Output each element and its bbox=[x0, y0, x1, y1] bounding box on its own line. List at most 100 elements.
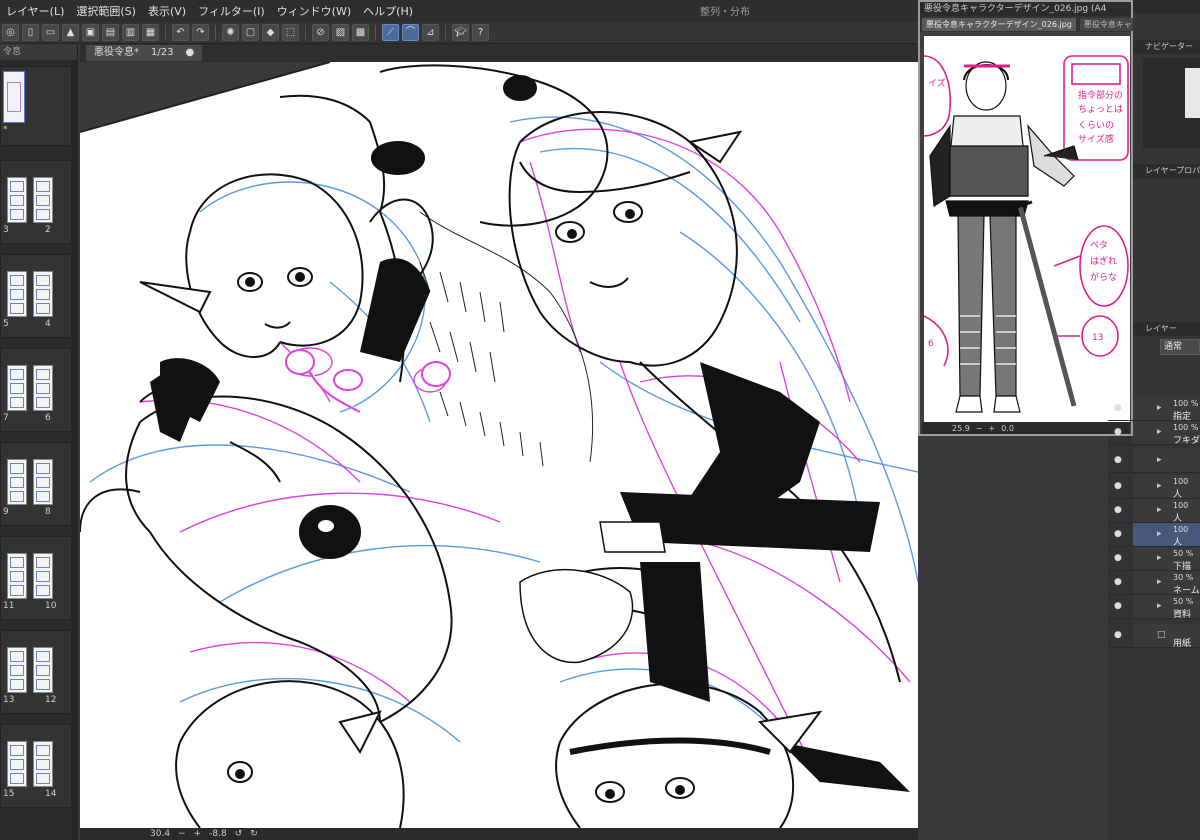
page-spread[interactable]: 15 14 bbox=[0, 724, 72, 808]
rotation-value[interactable]: -8.8 bbox=[209, 829, 227, 839]
folder-icon[interactable]: ▸ bbox=[1157, 529, 1162, 539]
paper-icon[interactable]: □ bbox=[1157, 630, 1166, 640]
page-thumbnail[interactable] bbox=[7, 553, 27, 599]
menu-view[interactable]: 表示(V) bbox=[142, 3, 192, 19]
drawing-canvas[interactable] bbox=[80, 62, 918, 828]
rotate-right-icon[interactable]: ↻ bbox=[250, 829, 258, 839]
save-icon[interactable]: ▣ bbox=[82, 24, 99, 41]
folder-icon[interactable]: ▸ bbox=[1157, 403, 1162, 413]
layer-panel-header[interactable]: レイヤー bbox=[1133, 322, 1200, 336]
page-spread[interactable]: 76 bbox=[0, 348, 72, 432]
layer-row[interactable]: ▸ 100 人 bbox=[1133, 475, 1200, 500]
menu-layer[interactable]: レイヤー(L) bbox=[0, 3, 70, 19]
sub-view-title[interactable]: 悪役令息キャラクターデザイン_026.jpg (A4 bbox=[920, 2, 1131, 16]
loading-icon[interactable]: ✺ bbox=[222, 24, 239, 41]
menu-filter[interactable]: フィルター(I) bbox=[192, 3, 271, 19]
layer-row[interactable]: □ 用紙 bbox=[1133, 624, 1200, 649]
page-thumbnail[interactable] bbox=[33, 741, 53, 787]
layer-visibility-cell[interactable]: ● bbox=[1108, 547, 1133, 571]
redo-icon[interactable]: ↷ bbox=[192, 24, 209, 41]
folder-icon[interactable]: ▸ bbox=[1157, 505, 1162, 515]
sub-view-window[interactable]: 悪役令息キャラクターデザイン_026.jpg (A4 悪役令息キャラクターデザイ… bbox=[918, 0, 1144, 436]
sub-view-tab-active[interactable]: 悪役令息キャラクターデザイン_026.jpg bbox=[922, 17, 1076, 31]
page-spread[interactable]: 13 12 bbox=[0, 630, 72, 714]
print-icon[interactable]: ▥ bbox=[122, 24, 139, 41]
sub-view-rotation[interactable]: 0.0 bbox=[1001, 424, 1014, 433]
page-thumbnail[interactable] bbox=[7, 459, 27, 505]
layer-row[interactable]: ▸ 50 % 下描 bbox=[1133, 547, 1200, 572]
page-thumbnail[interactable] bbox=[33, 365, 53, 411]
layer-row[interactable]: ▸ bbox=[1133, 449, 1200, 473]
eye-icon[interactable]: ● bbox=[1114, 553, 1122, 563]
page-thumbnail[interactable] bbox=[33, 647, 53, 693]
page-spread[interactable]: 32 bbox=[0, 160, 72, 244]
layer-row[interactable]: ▸ 30 % ネーム bbox=[1133, 571, 1200, 596]
selection-box-icon[interactable]: ▩ bbox=[352, 24, 369, 41]
fill-icon[interactable]: ◆ bbox=[262, 24, 279, 41]
sub-view-zoom[interactable]: 25.9 bbox=[952, 424, 970, 433]
page-thumbnail[interactable] bbox=[33, 459, 53, 505]
layer-row[interactable]: ▸ 100 人 bbox=[1133, 499, 1200, 524]
zoom-in-icon[interactable]: + bbox=[194, 829, 202, 839]
layer-row[interactable]: ▸ 100 人 bbox=[1133, 523, 1200, 548]
page-thumbnail[interactable] bbox=[7, 741, 27, 787]
eye-icon[interactable]: ● bbox=[1114, 630, 1122, 640]
help-icon[interactable]: ? bbox=[472, 24, 489, 41]
page-spread[interactable]: 11 10 bbox=[0, 536, 72, 620]
new-file-icon[interactable]: ▯ bbox=[22, 24, 39, 41]
layer-visibility-cell[interactable]: ● bbox=[1108, 421, 1133, 445]
blend-mode-select[interactable]: 通常 bbox=[1160, 339, 1200, 355]
clear-icon[interactable]: ▢ bbox=[242, 24, 259, 41]
align-distribute-label[interactable]: 整列・分布 bbox=[700, 3, 750, 18]
export-icon[interactable]: ▤ bbox=[102, 24, 119, 41]
character-design-reference[interactable]: イズ 指令部分の ちょっとは くらいの サイズ感 ベタ はぎれ がらな 13 6 bbox=[924, 36, 1130, 422]
eye-icon[interactable]: ● bbox=[1114, 601, 1122, 611]
eye-icon[interactable]: ● bbox=[1114, 505, 1122, 515]
pages-scrollbar[interactable] bbox=[72, 60, 78, 840]
layer-visibility-cell[interactable]: ● bbox=[1108, 499, 1133, 523]
page-spread[interactable]: 54 bbox=[0, 254, 72, 338]
snap-ruler-icon[interactable]: ⟋ bbox=[382, 24, 399, 41]
rotate-left-icon[interactable]: ↺ bbox=[235, 829, 243, 839]
page-thumbnail[interactable] bbox=[33, 177, 53, 223]
layer-visibility-cell[interactable]: ● bbox=[1108, 523, 1133, 547]
close-tab-icon[interactable]: ● bbox=[185, 45, 194, 61]
navigator-preview[interactable] bbox=[1143, 58, 1200, 148]
zoom-out-icon[interactable]: − bbox=[178, 829, 186, 839]
document-tab[interactable]: 悪役令息* 1/23 ● bbox=[86, 45, 203, 61]
share-icon[interactable]: ▦ bbox=[142, 24, 159, 41]
page-thumbnail[interactable] bbox=[7, 647, 27, 693]
page-cover[interactable]: * bbox=[0, 66, 72, 146]
sub-view-zoom-out-icon[interactable]: − bbox=[976, 424, 983, 433]
page-thumbnail[interactable] bbox=[33, 271, 53, 317]
layer-property-header[interactable]: レイヤープロパティ bbox=[1133, 164, 1200, 178]
page-thumbnail[interactable] bbox=[7, 177, 27, 223]
upload-icon[interactable]: ▲ bbox=[62, 24, 79, 41]
folder-icon[interactable]: ▸ bbox=[1157, 553, 1162, 563]
learn-icon[interactable]: 🎓︎ bbox=[452, 24, 469, 41]
layer-visibility-cell[interactable]: ● bbox=[1108, 571, 1133, 595]
zoom-value[interactable]: 30.4 bbox=[150, 829, 170, 839]
page-spread[interactable]: 98 bbox=[0, 442, 72, 526]
layer-visibility-cell[interactable]: ● bbox=[1108, 449, 1133, 473]
transform-icon[interactable]: ⬚ bbox=[282, 24, 299, 41]
folder-icon[interactable]: ▸ bbox=[1157, 601, 1162, 611]
eye-icon[interactable]: ● bbox=[1114, 427, 1122, 437]
eye-icon[interactable]: ● bbox=[1114, 529, 1122, 539]
eye-icon[interactable]: ● bbox=[1114, 481, 1122, 491]
eye-icon[interactable]: ● bbox=[1114, 403, 1122, 413]
undo-icon[interactable]: ↶ bbox=[172, 24, 189, 41]
folder-icon[interactable]: ▸ bbox=[1157, 427, 1162, 437]
app-icon[interactable]: ◎ bbox=[2, 24, 19, 41]
menu-selection[interactable]: 選択範囲(S) bbox=[70, 3, 142, 19]
snap-curve-icon[interactable]: ⌒ bbox=[402, 24, 419, 41]
eye-icon[interactable]: ● bbox=[1114, 577, 1122, 587]
open-folder-icon[interactable]: ▭ bbox=[42, 24, 59, 41]
navigator-header[interactable]: ナビゲーター bbox=[1133, 40, 1200, 54]
eye-icon[interactable]: ● bbox=[1114, 455, 1122, 465]
menu-window[interactable]: ウィンドウ(W) bbox=[271, 3, 357, 19]
folder-icon[interactable]: ▸ bbox=[1157, 455, 1162, 465]
layer-row[interactable]: ▸ 100 % 指定 bbox=[1133, 397, 1200, 422]
layer-visibility-cell[interactable]: ● bbox=[1108, 595, 1133, 619]
page-thumbnail-cover[interactable] bbox=[3, 71, 25, 123]
